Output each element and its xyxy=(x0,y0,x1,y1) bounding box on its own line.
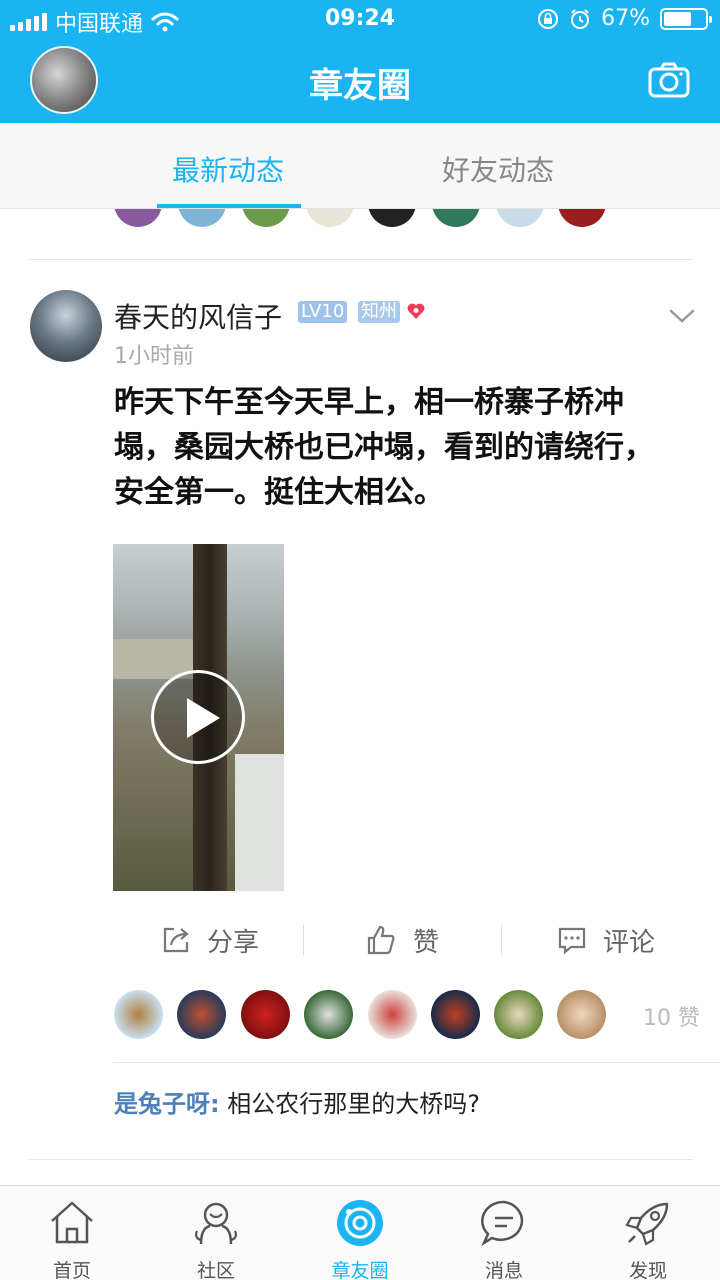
thumbs-up-icon xyxy=(367,925,395,955)
nav-community[interactable]: 社区 xyxy=(144,1186,288,1280)
tab-friends[interactable]: 好友动态 xyxy=(442,149,554,189)
story-avatar[interactable] xyxy=(368,209,416,227)
status-bar: 中国联通 09:24 67% xyxy=(0,0,720,40)
nav-discover[interactable]: 发现 xyxy=(576,1186,720,1280)
story-avatar[interactable] xyxy=(178,209,226,227)
avatar-strip xyxy=(0,209,720,229)
liker-avatar[interactable] xyxy=(494,990,543,1039)
story-avatar[interactable] xyxy=(306,209,354,227)
share-button[interactable]: 分享 xyxy=(161,915,259,965)
alarm-icon xyxy=(571,8,590,29)
feed-tabs: 最新动态 好友动态 xyxy=(0,123,720,209)
comment-text: 相公农行那里的大桥吗? xyxy=(227,1090,480,1118)
chevron-down-icon[interactable] xyxy=(668,306,696,326)
post-author-avatar[interactable] xyxy=(30,290,102,362)
divider xyxy=(28,259,693,260)
moments-icon xyxy=(337,1200,383,1246)
nav-home-label: 首页 xyxy=(52,1260,91,1280)
like-count[interactable]: 10 赞 xyxy=(643,1000,700,1032)
battery-percent: 67% xyxy=(601,6,650,31)
divider xyxy=(113,1062,720,1063)
share-label: 分享 xyxy=(207,927,260,958)
video-thumbnail[interactable] xyxy=(113,544,284,891)
like-label: 赞 xyxy=(413,927,440,958)
comment-label: 评论 xyxy=(603,927,656,958)
story-avatar[interactable] xyxy=(558,209,606,227)
rocket-icon xyxy=(625,1202,669,1246)
story-avatar[interactable] xyxy=(432,209,480,227)
liker-avatar[interactable] xyxy=(177,990,226,1039)
post-actions: 分享 赞 评论 xyxy=(113,915,720,965)
play-icon[interactable] xyxy=(151,670,245,764)
comment-item[interactable]: 是兔子呀: 相公农行那里的大桥吗? xyxy=(114,1084,480,1119)
liker-avatar[interactable] xyxy=(368,990,417,1039)
nav-moments-label: 章友圈 xyxy=(331,1260,389,1280)
nav-moments[interactable]: 章友圈 xyxy=(288,1186,432,1280)
comment-button[interactable]: 评论 xyxy=(557,915,655,965)
page-title: 章友圈 xyxy=(309,66,411,106)
level-badge: LV10 xyxy=(298,301,348,323)
bottom-nav: 首页 社区 章友圈 消息 发现 xyxy=(0,1185,720,1280)
app-header: 章友圈 xyxy=(0,40,720,123)
nav-community-label: 社区 xyxy=(196,1260,235,1280)
story-avatar[interactable] xyxy=(242,209,290,227)
story-avatar[interactable] xyxy=(496,209,544,227)
liker-avatar[interactable] xyxy=(114,990,163,1039)
share-icon xyxy=(163,927,189,953)
region-badge: 知州 xyxy=(358,301,400,323)
comment-author[interactable]: 是兔子呀: xyxy=(114,1090,220,1118)
post-body: 昨天下午至今天早上，相一桥寨子桥冲塌，桑园大桥也已冲塌，看到的请绕行，安全第一。… xyxy=(114,385,654,510)
nav-discover-label: 发现 xyxy=(628,1260,667,1280)
story-avatar[interactable] xyxy=(114,209,162,227)
comment-icon xyxy=(558,927,586,955)
nav-messages-label: 消息 xyxy=(484,1260,523,1280)
rotation-lock-icon xyxy=(538,8,559,29)
message-icon xyxy=(481,1200,524,1247)
divider xyxy=(28,1159,693,1160)
active-tab-indicator xyxy=(157,204,301,208)
home-icon xyxy=(51,1201,93,1244)
tab-latest[interactable]: 最新动态 xyxy=(172,149,284,189)
camera-icon[interactable] xyxy=(648,62,690,98)
community-icon xyxy=(195,1202,237,1245)
heart-badge-icon xyxy=(407,303,425,319)
liker-avatar[interactable] xyxy=(431,990,480,1039)
liker-avatar[interactable] xyxy=(241,990,290,1039)
liker-avatar[interactable] xyxy=(557,990,606,1039)
nav-messages[interactable]: 消息 xyxy=(432,1186,576,1280)
battery-icon xyxy=(660,7,712,30)
post-timestamp: 1小时前 xyxy=(114,344,194,369)
like-button[interactable]: 赞 xyxy=(365,915,439,965)
liker-avatar[interactable] xyxy=(304,990,353,1039)
app-screen: 中国联通 09:24 67% 章友圈 最新动态 好友动态 春天的风信子 LV10… xyxy=(0,0,720,1280)
post-author-name[interactable]: 春天的风信子 xyxy=(114,296,282,336)
nav-home[interactable]: 首页 xyxy=(0,1186,144,1280)
